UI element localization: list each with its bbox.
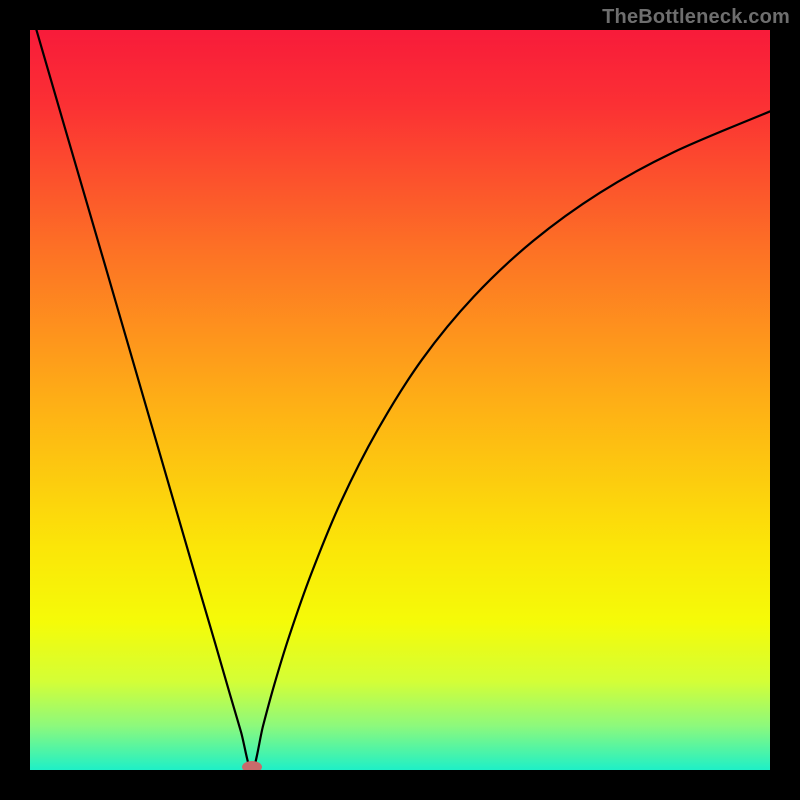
gradient-background	[30, 30, 770, 770]
chart-frame: TheBottleneck.com	[0, 0, 800, 800]
plot-svg	[30, 30, 770, 770]
plot-area	[30, 30, 770, 770]
watermark-text: TheBottleneck.com	[602, 6, 790, 29]
